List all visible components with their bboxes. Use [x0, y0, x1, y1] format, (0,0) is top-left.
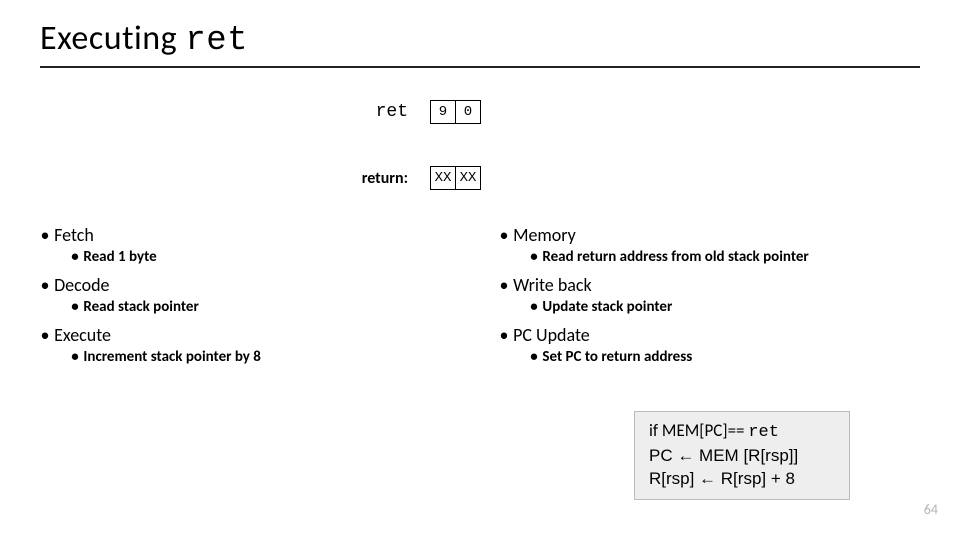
stage-label: Memory: [513, 224, 576, 246]
pseudocode-box: if MEM[PC]== ret PC ← MEM [R[rsp]] R[rsp…: [634, 411, 850, 500]
bullet-icon: •: [499, 324, 509, 346]
pseudocode-line-1: if MEM[PC]== ret: [649, 420, 835, 445]
stage-decode-item: • Read stack pointer: [70, 298, 461, 316]
byte-cells-ret: 9 0: [430, 100, 481, 124]
stage-decode: • Decode: [40, 274, 461, 296]
bullet-icon: •: [529, 298, 539, 316]
left-column: • Fetch • Read 1 byte • Decode • Read st…: [40, 216, 461, 372]
columns: • Fetch • Read 1 byte • Decode • Read st…: [40, 216, 920, 372]
bullet-icon: •: [529, 348, 539, 366]
encoding-row-return: return: XX XX: [40, 166, 920, 190]
slide-title: Executing ret: [40, 18, 920, 60]
stage-item-text: Increment stack pointer by 8: [83, 348, 261, 366]
stage-item-text: Read stack pointer: [83, 298, 198, 316]
pseudocode-line-3: R[rsp] ← R[rsp] + 8: [649, 468, 835, 491]
byte-cell: XX: [455, 166, 481, 190]
byte-cell: 9: [430, 100, 456, 124]
pseudocode-mono: ret: [748, 423, 779, 442]
stage-label: Decode: [54, 274, 109, 296]
bullet-icon: •: [40, 324, 50, 346]
stage-item-text: Update stack pointer: [542, 298, 672, 316]
bullet-icon: •: [70, 298, 80, 316]
bullet-icon: •: [70, 348, 80, 366]
pseudocode-line-2: PC ← MEM [R[rsp]]: [649, 445, 835, 468]
encoding-label-return: return:: [40, 169, 430, 188]
stage-pcupdate-item: • Set PC to return address: [529, 348, 920, 366]
stage-item-text: Read return address from old stack point…: [542, 248, 808, 266]
byte-cell: XX: [430, 166, 456, 190]
bullet-icon: •: [40, 274, 50, 296]
bullet-icon: •: [499, 224, 509, 246]
bullet-icon: •: [529, 248, 539, 266]
encoding-label-ret: ret: [40, 102, 430, 122]
stage-execute-item: • Increment stack pointer by 8: [70, 348, 461, 366]
bullet-icon: •: [70, 248, 80, 266]
slide: Executing ret ret 9 0 return: XX XX • Fe…: [0, 0, 960, 540]
stage-memory: • Memory: [499, 224, 920, 246]
stage-pcupdate: • PC Update: [499, 324, 920, 346]
stage-memory-item: • Read return address from old stack poi…: [529, 248, 920, 266]
stage-writeback-item: • Update stack pointer: [529, 298, 920, 316]
byte-cell: 0: [455, 100, 481, 124]
stage-item-text: Set PC to return address: [542, 348, 692, 366]
byte-cells-return: XX XX: [430, 166, 481, 190]
title-divider: [40, 66, 920, 68]
stage-label: PC Update: [513, 324, 590, 346]
right-column: • Memory • Read return address from old …: [499, 216, 920, 372]
encoding-row-ret: ret 9 0: [40, 100, 920, 124]
title-prefix: Executing: [40, 18, 185, 59]
pseudocode-text: if MEM[PC]==: [649, 420, 748, 441]
stage-label: Execute: [54, 324, 111, 346]
page-number: 64: [924, 501, 938, 518]
stage-label: Write back: [513, 274, 592, 296]
stage-execute: • Execute: [40, 324, 461, 346]
stage-fetch: • Fetch: [40, 224, 461, 246]
stage-fetch-item: • Read 1 byte: [70, 248, 461, 266]
stage-label: Fetch: [54, 224, 94, 246]
title-mono: ret: [185, 22, 248, 60]
stage-item-text: Read 1 byte: [83, 248, 156, 266]
bullet-icon: •: [40, 224, 50, 246]
bullet-icon: •: [499, 274, 509, 296]
stage-writeback: • Write back: [499, 274, 920, 296]
